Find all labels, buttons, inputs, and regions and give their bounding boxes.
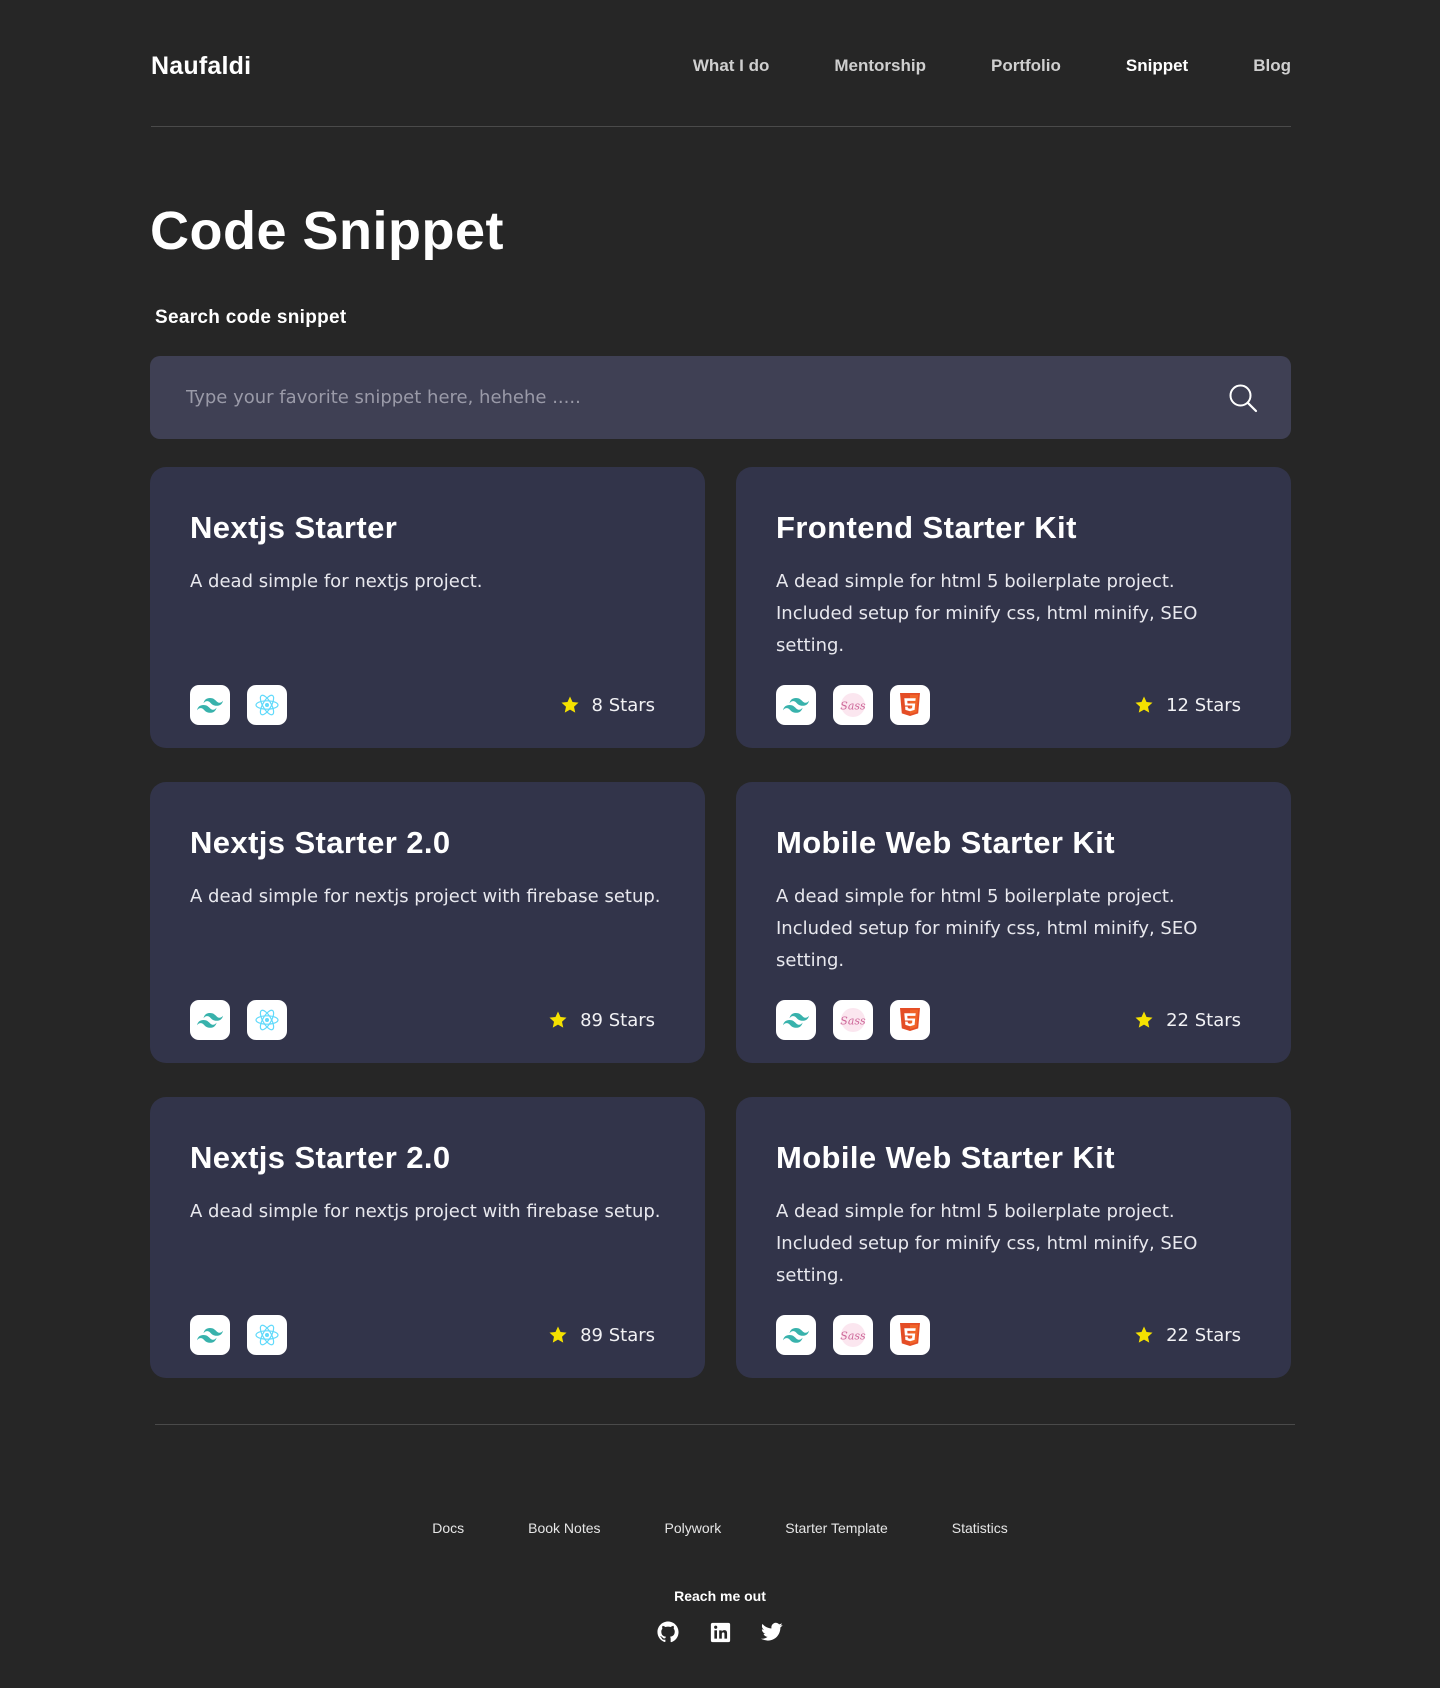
stars-label: 12 Stars	[1166, 694, 1241, 716]
page-title: Code Snippet	[150, 201, 504, 261]
snippet-title: Nextjs Starter 2.0	[190, 825, 451, 860]
reach-me-label: Reach me out	[674, 1588, 766, 1604]
react-icon	[247, 1315, 287, 1355]
tech-stack	[190, 1000, 304, 1040]
linkedin-icon[interactable]	[708, 1620, 732, 1644]
footer-divider	[155, 1424, 1295, 1425]
stars-label: 89 Stars	[580, 1324, 655, 1346]
react-icon	[247, 685, 287, 725]
tech-stack	[190, 685, 304, 725]
snippet-description: A dead simple for html 5 boilerplate pro…	[776, 1201, 1198, 1287]
tailwind-icon	[776, 1000, 816, 1040]
star-icon	[549, 1326, 567, 1343]
snippet-footer: Sass 12 Stars	[776, 684, 1251, 726]
tech-stack: Sass	[776, 685, 947, 725]
html5-icon	[890, 1000, 930, 1040]
star-count: 22 Stars	[1134, 1325, 1241, 1346]
main-nav: What I do Mentorship Portfolio Snippet B…	[628, 56, 1291, 76]
stars-label: 22 Stars	[1166, 1009, 1241, 1031]
snippet-title: Nextjs Starter 2.0	[190, 1140, 451, 1175]
snippet-description: A dead simple for nextjs project with fi…	[190, 886, 661, 908]
svg-text:Sass: Sass	[840, 1330, 866, 1343]
search-label: Search code snippet	[155, 307, 347, 328]
header-divider	[151, 126, 1291, 127]
footer-link-polywork[interactable]: Polywork	[665, 1520, 722, 1536]
sass-icon: Sass	[833, 1000, 873, 1040]
footer-link-book-notes[interactable]: Book Notes	[528, 1520, 600, 1536]
snippet-grid: Nextjs Starter A dead simple for nextjs p…	[150, 467, 1291, 1378]
tech-stack	[190, 1315, 304, 1355]
snippet-card[interactable]: Mobile Web Starter Kit A dead simple for …	[736, 782, 1291, 1063]
star-icon	[1135, 1011, 1153, 1028]
star-count: 22 Stars	[1134, 1010, 1241, 1031]
snippet-description: A dead simple for nextjs project with fi…	[190, 1201, 661, 1223]
snippet-footer: 89 Stars	[190, 999, 665, 1041]
tailwind-icon	[190, 1000, 230, 1040]
star-count: 12 Stars	[1134, 695, 1241, 716]
site-logo[interactable]: Naufaldi	[151, 52, 251, 81]
social-links	[0, 1620, 1440, 1644]
star-icon	[549, 1011, 567, 1028]
footer-links: Docs Book Notes Polywork Starter Templat…	[0, 1520, 1440, 1536]
svg-text:Sass: Sass	[840, 700, 866, 713]
search-icon[interactable]	[1225, 380, 1261, 416]
footer-link-statistics[interactable]: Statistics	[952, 1520, 1008, 1536]
snippet-title: Mobile Web Starter Kit	[776, 1140, 1115, 1175]
top-nav: Naufaldi What I do Mentorship Portfolio …	[151, 44, 1291, 88]
stars-label: 8 Stars	[591, 694, 655, 716]
snippet-card[interactable]: Nextjs Starter 2.0 A dead simple for next…	[150, 1097, 705, 1378]
tailwind-icon	[190, 1315, 230, 1355]
snippet-footer: Sass 22 Stars	[776, 1314, 1251, 1356]
tailwind-icon	[776, 685, 816, 725]
star-count: 89 Stars	[548, 1325, 655, 1346]
nav-blog[interactable]: Blog	[1253, 56, 1291, 76]
snippet-footer: 89 Stars	[190, 1314, 665, 1356]
star-icon	[1135, 1326, 1153, 1343]
github-icon[interactable]	[656, 1620, 680, 1644]
footer-link-docs[interactable]: Docs	[432, 1520, 464, 1536]
react-icon	[247, 1000, 287, 1040]
stars-label: 89 Stars	[580, 1009, 655, 1031]
nav-mentorship[interactable]: Mentorship	[834, 56, 926, 76]
snippet-description: A dead simple for html 5 boilerplate pro…	[776, 886, 1198, 972]
star-icon	[561, 696, 579, 713]
snippet-title: Mobile Web Starter Kit	[776, 825, 1115, 860]
stars-label: 22 Stars	[1166, 1324, 1241, 1346]
nav-snippet[interactable]: Snippet	[1126, 56, 1188, 76]
search-bar	[150, 356, 1291, 439]
snippet-card[interactable]: Frontend Starter Kit A dead simple for ht…	[736, 467, 1291, 748]
snippet-card[interactable]: Nextjs Starter 2.0 A dead simple for next…	[150, 782, 705, 1063]
nav-what-i-do[interactable]: What I do	[693, 56, 769, 76]
snippet-footer: Sass 22 Stars	[776, 999, 1251, 1041]
star-count: 8 Stars	[560, 695, 655, 716]
snippet-description: A dead simple for html 5 boilerplate pro…	[776, 571, 1198, 657]
snippet-card[interactable]: Nextjs Starter A dead simple for nextjs p…	[150, 467, 705, 748]
html5-icon	[890, 685, 930, 725]
page: Naufaldi What I do Mentorship Portfolio …	[0, 0, 1440, 1688]
snippet-title: Nextjs Starter	[190, 510, 398, 545]
star-count: 89 Stars	[548, 1010, 655, 1031]
snippet-description: A dead simple for nextjs project.	[190, 571, 483, 593]
twitter-icon[interactable]	[760, 1620, 784, 1644]
tailwind-icon	[190, 685, 230, 725]
tech-stack: Sass	[776, 1315, 947, 1355]
sass-icon: Sass	[833, 685, 873, 725]
nav-portfolio[interactable]: Portfolio	[991, 56, 1061, 76]
tailwind-icon	[776, 1315, 816, 1355]
sass-icon: Sass	[833, 1315, 873, 1355]
search-input[interactable]	[186, 387, 1225, 408]
svg-text:Sass: Sass	[840, 1015, 866, 1028]
snippet-card[interactable]: Mobile Web Starter Kit A dead simple for …	[736, 1097, 1291, 1378]
star-icon	[1135, 696, 1153, 713]
footer-link-starter-template[interactable]: Starter Template	[785, 1520, 887, 1536]
html5-icon	[890, 1315, 930, 1355]
snippet-footer: 8 Stars	[190, 684, 665, 726]
snippet-title: Frontend Starter Kit	[776, 510, 1077, 545]
tech-stack: Sass	[776, 1000, 947, 1040]
